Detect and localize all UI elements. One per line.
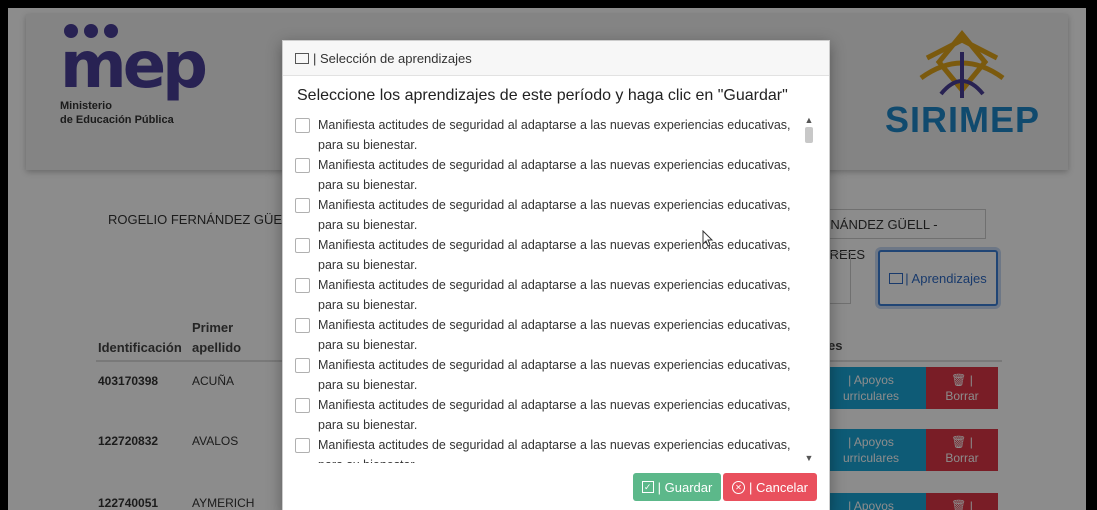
chevron-up-icon[interactable]: ▲ bbox=[803, 115, 815, 125]
checkbox[interactable] bbox=[295, 158, 310, 173]
list-item[interactable]: Manifiesta actitudes de seguridad al ada… bbox=[295, 355, 801, 395]
modal-header: | Selección de aprendizajes bbox=[283, 41, 829, 76]
checkbox[interactable] bbox=[295, 118, 310, 133]
check-square-icon: ✓ bbox=[641, 481, 654, 493]
list-item[interactable]: Manifiesta actitudes de seguridad al ada… bbox=[295, 315, 801, 355]
aprendizajes-list: Manifiesta actitudes de seguridad al ada… bbox=[295, 115, 801, 463]
scrollbar-thumb[interactable] bbox=[805, 127, 813, 143]
list-item[interactable]: Manifiesta actitudes de seguridad al ada… bbox=[295, 155, 801, 195]
modal-title: | Selección de aprendizajes bbox=[313, 50, 472, 66]
list-item[interactable]: Manifiesta actitudes de seguridad al ada… bbox=[295, 235, 801, 275]
x-circle-icon: ✕ bbox=[731, 480, 745, 494]
chevron-down-icon[interactable]: ▼ bbox=[803, 453, 815, 463]
checkbox[interactable] bbox=[295, 438, 310, 453]
aprendizajes-modal: | Selección de aprendizajes Seleccione l… bbox=[282, 40, 830, 510]
list-item[interactable]: Manifiesta actitudes de seguridad al ada… bbox=[295, 115, 801, 155]
cancel-button[interactable]: ✕ | Cancelar bbox=[723, 473, 817, 501]
checkbox[interactable] bbox=[295, 238, 310, 253]
app-frame: mep Ministerio de Educación Pública SIRI… bbox=[8, 8, 1086, 510]
list-scrollbar[interactable]: ▲ ▼ bbox=[803, 115, 815, 463]
mouse-cursor-icon bbox=[702, 230, 714, 247]
cancel-label: | Cancelar bbox=[748, 479, 808, 495]
checkbox[interactable] bbox=[295, 278, 310, 293]
checkbox[interactable] bbox=[295, 358, 310, 373]
checkbox[interactable] bbox=[295, 198, 310, 213]
list-icon bbox=[295, 52, 309, 64]
modal-prompt: Seleccione los aprendizajes de este perí… bbox=[297, 87, 788, 104]
list-item[interactable]: Manifiesta actitudes de seguridad al ada… bbox=[295, 395, 801, 435]
list-item[interactable]: Manifiesta actitudes de seguridad al ada… bbox=[295, 195, 801, 235]
checkbox[interactable] bbox=[295, 398, 310, 413]
save-button[interactable]: ✓ | Guardar bbox=[633, 473, 721, 501]
list-item[interactable]: Manifiesta actitudes de seguridad al ada… bbox=[295, 435, 801, 463]
list-item[interactable]: Manifiesta actitudes de seguridad al ada… bbox=[295, 275, 801, 315]
save-label: | Guardar bbox=[657, 479, 713, 495]
checkbox[interactable] bbox=[295, 318, 310, 333]
